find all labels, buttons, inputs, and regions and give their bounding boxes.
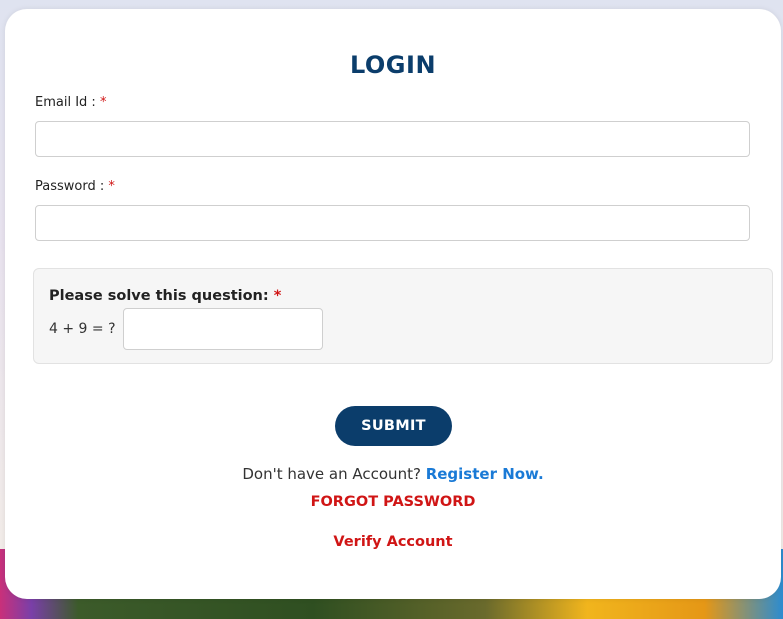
submit-button[interactable]: SUBMIT [335,406,452,446]
required-marker: * [108,179,115,194]
captcha-question-text: Please solve this question: [49,288,269,304]
password-label: Password : * [35,179,115,194]
password-label-text: Password : [35,179,105,194]
captcha-panel: Please solve this question: * 4 + 9 = ? [33,268,773,364]
register-link[interactable]: Register Now. [426,465,544,483]
register-prompt: Don't have an Account? Register Now. [5,465,781,483]
required-marker: * [99,95,107,110]
verify-account-link[interactable]: Verify Account [5,534,781,550]
login-card: LOGIN Email Id : * Password : * Please s… [5,9,781,599]
captcha-expression: 4 + 9 = ? [49,321,116,337]
page-title: LOGIN [349,51,437,79]
captcha-answer-input[interactable] [123,308,323,350]
forgot-password-link[interactable]: FORGOT PASSWORD [5,494,781,510]
no-account-text: Don't have an Account? [242,465,421,483]
email-field[interactable] [35,121,750,157]
email-label-text: Email Id : [35,95,96,110]
required-marker: * [273,288,282,304]
email-label: Email Id : * [35,95,106,110]
captcha-question: Please solve this question: * [49,288,281,304]
password-field[interactable] [35,205,750,241]
